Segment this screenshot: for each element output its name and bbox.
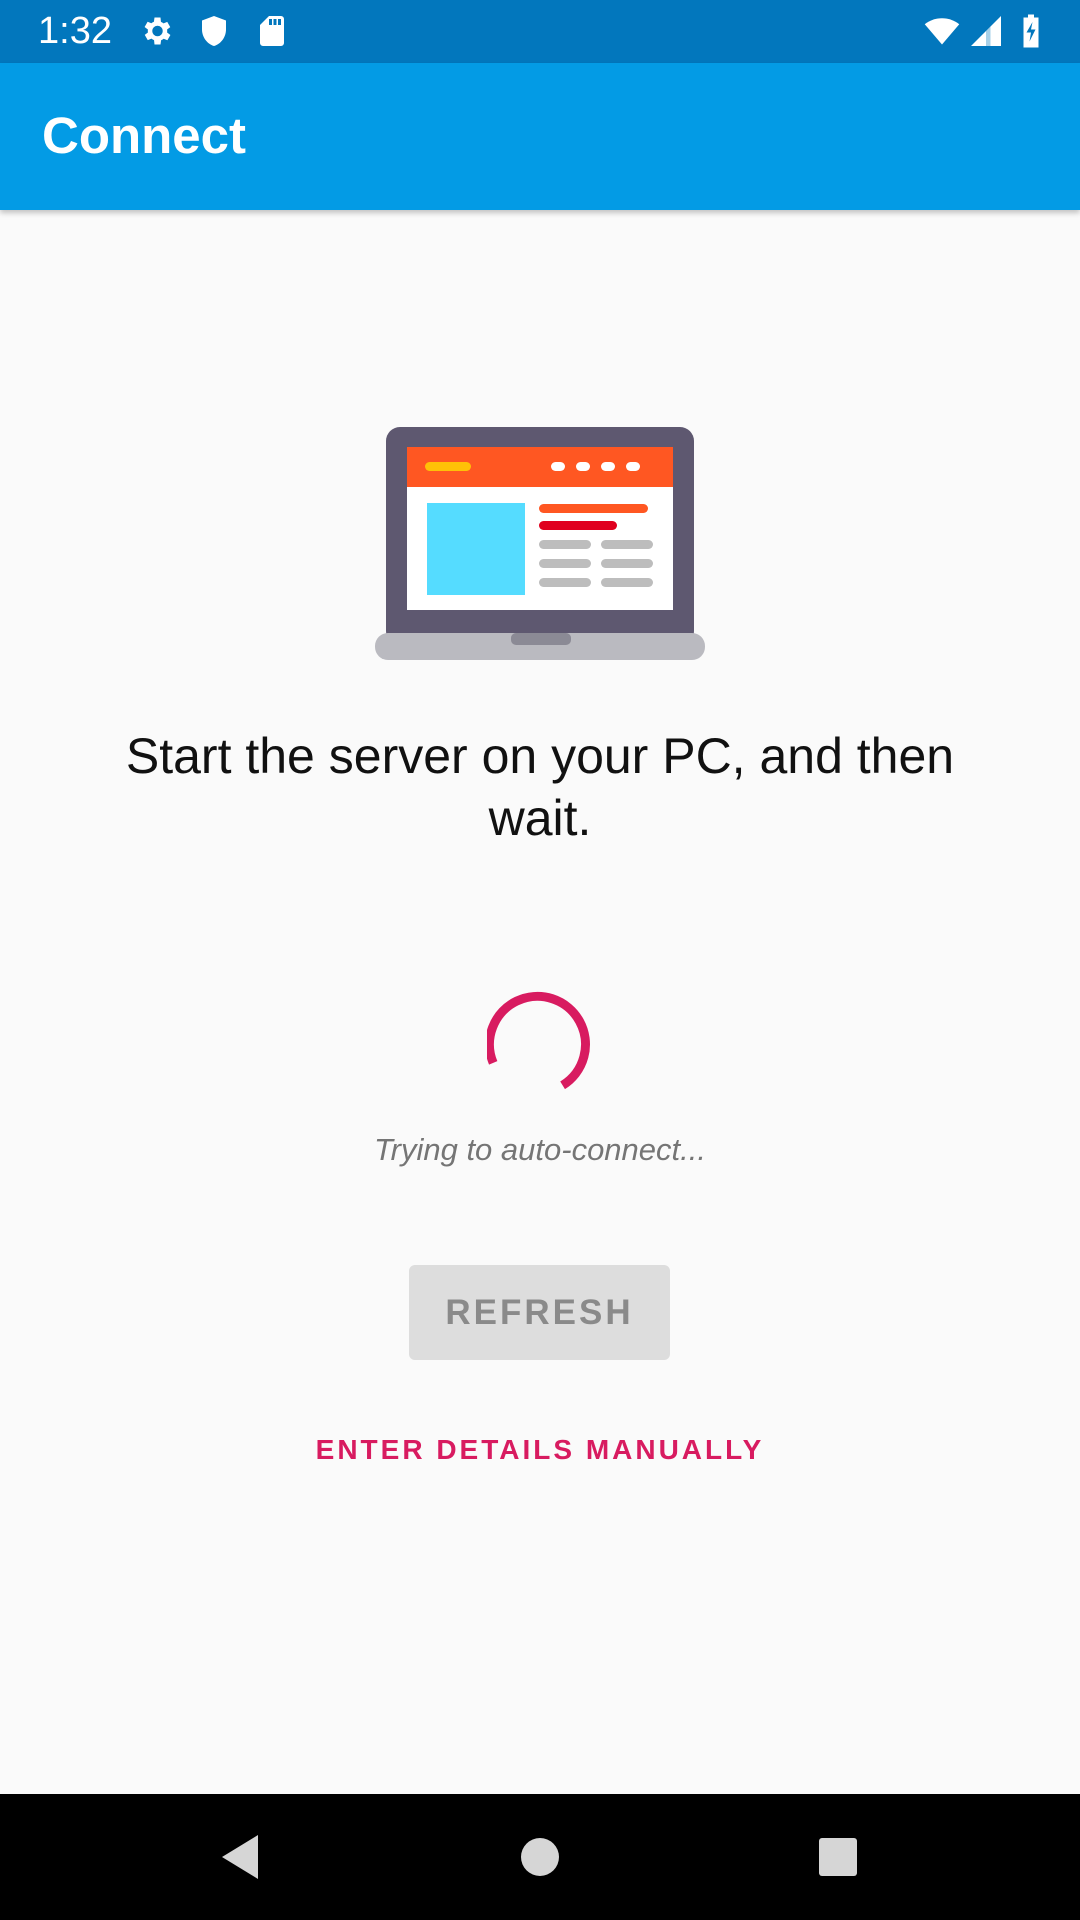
battery-charging-icon	[1023, 14, 1039, 48]
page-title: Connect	[42, 107, 246, 164]
laptop-illustration	[375, 427, 705, 660]
wifi-icon	[924, 18, 960, 45]
navigation-bar	[0, 1794, 1080, 1920]
signal-icon	[971, 16, 1001, 46]
shield-icon	[202, 16, 226, 46]
app-bar: Connect	[0, 63, 1080, 210]
sd-card-icon	[260, 16, 284, 46]
status-bar: 1:32	[0, 0, 1080, 63]
instruction-message: Start the server on your PC, and then wa…	[125, 728, 955, 846]
enter-details-manually-button[interactable]: ENTER DETAILS MANUALLY	[240, 1432, 840, 1468]
refresh-button[interactable]: REFRESH	[409, 1265, 670, 1360]
home-icon[interactable]	[510, 1827, 570, 1887]
gear-icon	[144, 17, 171, 45]
recents-icon[interactable]	[808, 1827, 868, 1887]
connection-status-text: Trying to auto-connect...	[374, 1132, 706, 1167]
status-time: 1:32	[38, 10, 112, 52]
loading-spinner-icon	[487, 991, 590, 1090]
back-icon[interactable]	[210, 1827, 270, 1887]
